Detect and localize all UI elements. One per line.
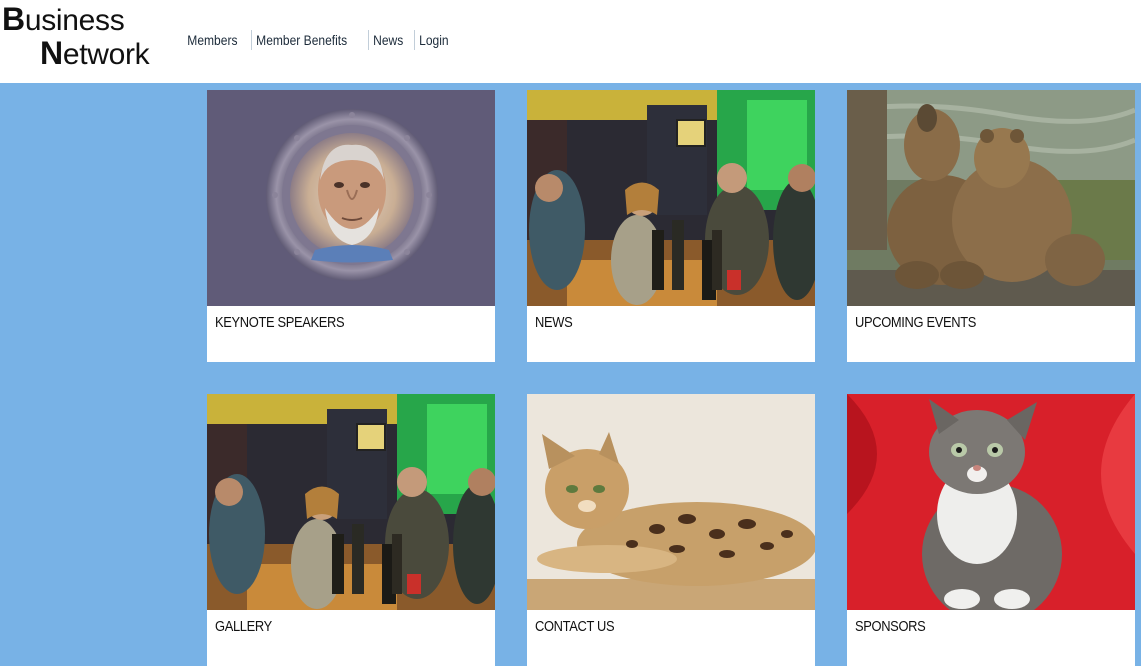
card-title[interactable]: NEWS bbox=[535, 314, 573, 331]
card-image-kitten[interactable] bbox=[847, 394, 1135, 610]
nav-item-news[interactable]: News bbox=[368, 30, 408, 50]
card-contact-us[interactable]: CONTACT US bbox=[527, 394, 815, 666]
card-title[interactable]: CONTACT US bbox=[535, 618, 615, 635]
card-keynote-speakers[interactable]: KEYNOTE SPEAKERS bbox=[207, 90, 495, 362]
card-image-portrait[interactable] bbox=[207, 90, 495, 306]
site-logo[interactable]: Business Network bbox=[2, 2, 172, 76]
site-header: Business Network Members Member Benefits… bbox=[0, 0, 1141, 83]
logo-line-2: Network bbox=[40, 35, 150, 71]
nav-item-member-benefits[interactable]: Member Benefits bbox=[251, 30, 351, 50]
card-title[interactable]: KEYNOTE SPEAKERS bbox=[215, 314, 345, 331]
card-news[interactable]: NEWS bbox=[527, 90, 815, 362]
card-title[interactable]: SPONSORS bbox=[855, 618, 926, 635]
card-image-bar-scene[interactable] bbox=[527, 90, 815, 306]
main-nav: Members Member Benefits News Login bbox=[183, 30, 459, 50]
card-image-bengal-cat[interactable] bbox=[527, 394, 815, 610]
card-upcoming-events[interactable]: UPCOMING EVENTS bbox=[847, 90, 1135, 362]
card-image-bear-cubs[interactable] bbox=[847, 90, 1135, 306]
card-gallery[interactable]: GALLERY bbox=[207, 394, 495, 666]
nav-item-members[interactable]: Members bbox=[183, 30, 242, 50]
logo-line-1: Business bbox=[2, 1, 125, 37]
card-title[interactable]: UPCOMING EVENTS bbox=[855, 314, 976, 331]
card-title[interactable]: GALLERY bbox=[215, 618, 272, 635]
card-sponsors[interactable]: SPONSORS bbox=[847, 394, 1135, 666]
card-image-bar-scene[interactable] bbox=[207, 394, 495, 610]
nav-item-login[interactable]: Login bbox=[414, 30, 453, 50]
